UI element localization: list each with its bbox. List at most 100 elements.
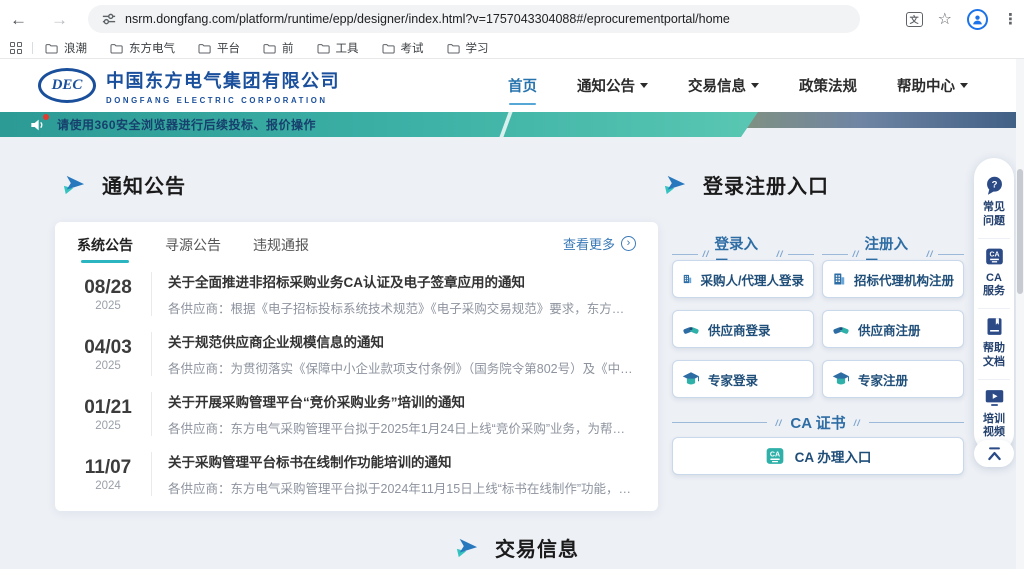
bookmark-star-icon[interactable]: ☆: [938, 9, 952, 29]
view-more-link[interactable]: 查看更多 ›: [563, 234, 636, 253]
section-arrow-icon: [62, 174, 86, 196]
tab-violation-reports[interactable]: 违规通报: [253, 222, 309, 264]
notice-title[interactable]: 关于开展采购管理平台“竞价采购业务”培训的通知: [168, 391, 636, 411]
notice-title[interactable]: 关于规范供应商企业规模信息的通知: [168, 331, 636, 351]
notice-date: 08/28 2025: [77, 277, 139, 312]
announcement-ticker: 请使用360安全浏览器进行后续投标、报价操作: [0, 112, 758, 137]
graduation-cap-icon: [682, 370, 700, 388]
back-icon[interactable]: ←: [10, 11, 27, 28]
translate-icon[interactable]: 文: [906, 12, 923, 27]
ticker-text: 请使用360安全浏览器进行后续投标、报价操作: [57, 116, 316, 133]
dec-logo[interactable]: DEC: [38, 68, 96, 103]
scrollbar-thumb[interactable]: [1017, 169, 1023, 294]
company-name-cn: 中国东方电气集团有限公司: [106, 67, 340, 93]
nav-item-help[interactable]: 帮助中心: [897, 75, 968, 96]
bookmark-folder[interactable]: 学习: [447, 40, 489, 56]
notice-date: 01/21 2025: [77, 397, 139, 432]
company-name-block: 中国东方电气集团有限公司 DONGFANG ELECTRIC CORPORATI…: [106, 67, 340, 105]
video-icon: [984, 387, 1005, 408]
faq-shortcut[interactable]: ? 常见问题: [978, 168, 1010, 238]
url-text: nsrm.dongfang.com/platform/runtime/epp/d…: [125, 12, 730, 26]
buyer-agent-login-button[interactable]: 采购人/代理人登录: [672, 260, 814, 298]
browser-chrome: ← → ⟳ nsrm.dongfang.com/platform/runtime…: [0, 0, 1024, 38]
collapse-widget-button[interactable]: [974, 440, 1014, 467]
address-bar[interactable]: nsrm.dongfang.com/platform/runtime/epp/d…: [88, 5, 860, 33]
chrome-menu-icon[interactable]: ⋮: [1003, 10, 1018, 28]
section-arrow-icon: [455, 537, 479, 559]
expert-register-button[interactable]: 专家注册: [822, 360, 964, 398]
notice-row[interactable]: 01/21 2025 关于开展采购管理平台“竞价采购业务”培训的通知 各供应商：…: [55, 384, 658, 444]
folder-icon: [447, 43, 460, 54]
nav-item-trade[interactable]: 交易信息: [688, 75, 759, 96]
section-arrow-icon: [663, 174, 687, 196]
bookmark-folder[interactable]: 浪潮: [45, 40, 87, 56]
graduation-cap-icon: [832, 370, 850, 388]
ca-badge-icon: CA: [765, 446, 785, 466]
chevron-right-circle-icon: ›: [621, 236, 636, 251]
company-name-en: DONGFANG ELECTRIC CORPORATION: [106, 96, 340, 105]
section-title: 交易信息: [495, 533, 579, 562]
expert-login-button[interactable]: 专家登录: [672, 360, 814, 398]
ca-entry-button[interactable]: CA CA 办理入口: [672, 437, 964, 475]
notice-tabs: 系统公告 寻源公告 违规通报 查看更多 ›: [55, 222, 658, 264]
help-docs-shortcut[interactable]: 帮助文档: [978, 308, 1010, 379]
svg-text:CA: CA: [989, 251, 999, 258]
notice-title[interactable]: 关于采购管理平台标书在线制作功能培训的通知: [168, 451, 636, 471]
folder-icon: [317, 43, 330, 54]
divider: [151, 332, 152, 376]
folder-icon: [263, 43, 276, 54]
ca-card-icon: CA: [984, 246, 1005, 267]
notice-row[interactable]: 11/07 2024 关于采购管理平台标书在线制作功能培训的通知 各供应商：东方…: [55, 444, 658, 504]
bookmark-folder[interactable]: 工具: [317, 40, 359, 56]
training-videos-shortcut[interactable]: 培训视频: [978, 379, 1010, 450]
folder-icon: [382, 43, 395, 54]
supplier-login-button[interactable]: 供应商登录: [672, 310, 814, 348]
tab-system-notices[interactable]: 系统公告: [77, 222, 133, 264]
question-bubble-icon: ?: [984, 175, 1005, 196]
notice-title[interactable]: 关于全面推进非招标采购业务CA认证及电子签章应用的通知: [168, 271, 636, 291]
forward-icon[interactable]: →: [51, 11, 68, 28]
nav-item-home[interactable]: 首页: [508, 75, 537, 96]
handshake-icon: [832, 320, 850, 338]
section-title: 登录注册入口: [703, 170, 829, 199]
chevron-down-icon: [960, 83, 968, 88]
main-nav: 首页 通知公告 交易信息 政策法规 帮助中心: [508, 59, 968, 112]
apps-grid-icon[interactable]: [10, 42, 22, 54]
bookmark-folder[interactable]: 考试: [382, 40, 424, 56]
handshake-icon: [682, 320, 700, 338]
folder-icon: [198, 43, 211, 54]
folder-icon: [110, 43, 123, 54]
bidding-agency-register-button[interactable]: 招标代理机构注册: [822, 260, 964, 298]
folder-icon: [45, 43, 58, 54]
building-icon: [682, 270, 693, 288]
bookmarks-bar: 浪潮 东方电气 平台 前 工具 考试 学习: [0, 38, 1024, 59]
notice-row[interactable]: 08/28 2025 关于全面推进非招标采购业务CA认证及电子签章应用的通知 各…: [55, 264, 658, 324]
ca-cert-header: // CA 证书 //: [672, 412, 964, 433]
page-scrollbar[interactable]: [1016, 59, 1024, 569]
notice-desc: 各供应商：东方电气采购管理平台拟于2025年1月24日上线“竞价采购”业务，为帮…: [168, 418, 636, 437]
notice-date: 04/03 2025: [77, 337, 139, 372]
notice-desc: 各供应商：为贯彻落实《保障中小企业款项支付条例》（国务院令第802号）及《中小企…: [168, 358, 636, 377]
building-icon: [832, 270, 846, 288]
bookmark-folder[interactable]: 东方电气: [110, 40, 175, 56]
nav-item-policies[interactable]: 政策法规: [799, 75, 857, 96]
notice-card: 系统公告 寻源公告 违规通报 查看更多 › 08/28 2025 关于全面推进非…: [55, 222, 658, 511]
bookmark-folder[interactable]: 前: [263, 40, 294, 56]
chevron-down-icon: [640, 83, 648, 88]
login-panel-heading: 登录注册入口: [663, 170, 829, 199]
person-icon: [971, 13, 984, 26]
section-title: 通知公告: [102, 170, 186, 199]
notice-row[interactable]: 04/03 2025 关于规范供应商企业规模信息的通知 各供应商：为贯彻落实《保…: [55, 324, 658, 384]
document-icon: [984, 316, 1005, 337]
ca-service-shortcut[interactable]: CA CA服务: [978, 238, 1010, 309]
nav-item-notices[interactable]: 通知公告: [577, 75, 648, 96]
supplier-register-button[interactable]: 供应商注册: [822, 310, 964, 348]
chevron-down-icon: [751, 83, 759, 88]
profile-avatar[interactable]: [967, 9, 988, 30]
site-settings-icon: [102, 12, 116, 26]
bookmarks-divider: [32, 42, 33, 54]
bookmark-folder[interactable]: 平台: [198, 40, 240, 56]
tab-sourcing-notices[interactable]: 寻源公告: [165, 222, 221, 264]
divider: [151, 452, 152, 496]
trade-info-heading: 交易信息: [455, 533, 579, 562]
